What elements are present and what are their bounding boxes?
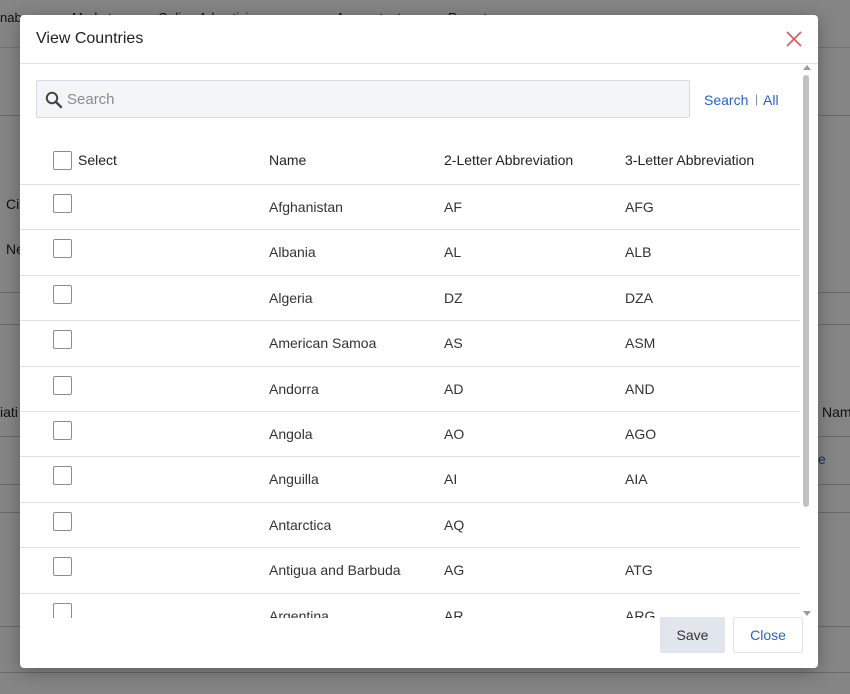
country-name: Antarctica bbox=[269, 516, 332, 533]
dialog-header: View Countries bbox=[20, 15, 818, 64]
countries-table: Select Name 2-Letter Abbreviation 3-Lett… bbox=[20, 137, 802, 618]
country-abbr2: AD bbox=[444, 380, 464, 397]
dialog-title: View Countries bbox=[36, 30, 144, 47]
country-abbr2: AS bbox=[444, 335, 463, 352]
country-abbr2: AO bbox=[444, 425, 465, 442]
country-abbr2: AR bbox=[444, 607, 464, 618]
select-all-checkbox[interactable] bbox=[53, 151, 72, 170]
table-row: American Samoa AS ASM bbox=[20, 321, 802, 367]
country-abbr3: AGO bbox=[625, 425, 657, 442]
row-checkbox[interactable] bbox=[53, 330, 72, 350]
country-name: Algeria bbox=[269, 289, 313, 306]
table-row: Albania AL ALB bbox=[20, 230, 802, 276]
country-abbr2: AI bbox=[444, 471, 458, 488]
country-abbr3: ALB bbox=[625, 244, 652, 261]
country-abbr3: AIA bbox=[625, 471, 648, 488]
row-checkbox[interactable] bbox=[53, 239, 72, 259]
row-checkbox[interactable] bbox=[53, 557, 72, 577]
country-name: Albania bbox=[269, 244, 316, 261]
row-checkbox[interactable] bbox=[53, 466, 72, 486]
close-icon[interactable] bbox=[784, 29, 804, 49]
search-button[interactable]: Search bbox=[704, 92, 748, 108]
search-icon bbox=[45, 91, 63, 109]
table-row: Antigua and Barbuda AG ATG bbox=[20, 548, 802, 594]
row-checkbox[interactable] bbox=[53, 284, 72, 304]
table-row: Argentina AR ARG bbox=[20, 594, 802, 618]
table-row: Angola AO AGO bbox=[20, 412, 802, 458]
country-abbr3: ATG bbox=[625, 562, 653, 579]
country-name: Andorra bbox=[269, 380, 319, 397]
save-button[interactable]: Save bbox=[660, 617, 725, 653]
all-button[interactable]: All bbox=[763, 92, 779, 108]
country-abbr2: AG bbox=[444, 562, 465, 579]
search-input[interactable] bbox=[67, 81, 677, 117]
country-abbr3: ARG bbox=[625, 607, 656, 618]
row-checkbox[interactable] bbox=[53, 420, 72, 440]
country-name: Argentina bbox=[269, 607, 329, 618]
country-abbr3: ASM bbox=[625, 335, 656, 352]
country-name: Afghanistan bbox=[269, 199, 343, 215]
table-row: Andorra AD AND bbox=[20, 367, 802, 412]
table-row: Afghanistan AF AFG bbox=[20, 185, 802, 231]
country-name: Antigua and Barbuda bbox=[269, 562, 401, 579]
country-name: Anguilla bbox=[269, 471, 319, 488]
table-row: Algeria DZ DZA bbox=[20, 276, 802, 322]
table-scrollbar[interactable] bbox=[800, 65, 814, 620]
row-checkbox[interactable] bbox=[53, 602, 72, 618]
country-abbr2: DZ bbox=[444, 289, 463, 306]
country-abbr2: AL bbox=[444, 244, 462, 261]
country-name: American Samoa bbox=[269, 335, 377, 352]
view-countries-dialog: View Countries Search | All Select Name … bbox=[20, 15, 818, 668]
scroll-up-arrow-icon[interactable] bbox=[803, 65, 811, 70]
country-name: Angola bbox=[269, 425, 313, 442]
row-checkbox[interactable] bbox=[53, 194, 72, 213]
column-header-select: Select bbox=[78, 152, 117, 168]
search-box[interactable] bbox=[36, 80, 690, 118]
scroll-down-arrow-icon[interactable] bbox=[803, 611, 811, 616]
close-button[interactable]: Close bbox=[733, 617, 803, 653]
dialog-body: Search | All Select Name 2-Letter Abbrev… bbox=[20, 65, 818, 618]
column-header-abbr2: 2-Letter Abbreviation bbox=[444, 152, 574, 168]
table-header: Select Name 2-Letter Abbreviation 3-Lett… bbox=[20, 137, 802, 185]
country-abbr3: AFG bbox=[625, 199, 654, 215]
country-abbr2: AF bbox=[444, 199, 462, 215]
table-row: Anguilla AI AIA bbox=[20, 457, 802, 503]
country-abbr3: DZA bbox=[625, 289, 653, 306]
scroll-thumb[interactable] bbox=[803, 75, 809, 507]
column-header-abbr3: 3-Letter Abbreviation bbox=[625, 152, 755, 168]
link-separator: | bbox=[755, 92, 759, 106]
column-header-name: Name bbox=[269, 152, 307, 168]
country-abbr2: AQ bbox=[444, 516, 465, 533]
country-abbr3: AND bbox=[625, 380, 655, 397]
table-row: Antarctica AQ bbox=[20, 503, 802, 549]
row-checkbox[interactable] bbox=[53, 375, 72, 395]
row-checkbox[interactable] bbox=[53, 511, 72, 531]
